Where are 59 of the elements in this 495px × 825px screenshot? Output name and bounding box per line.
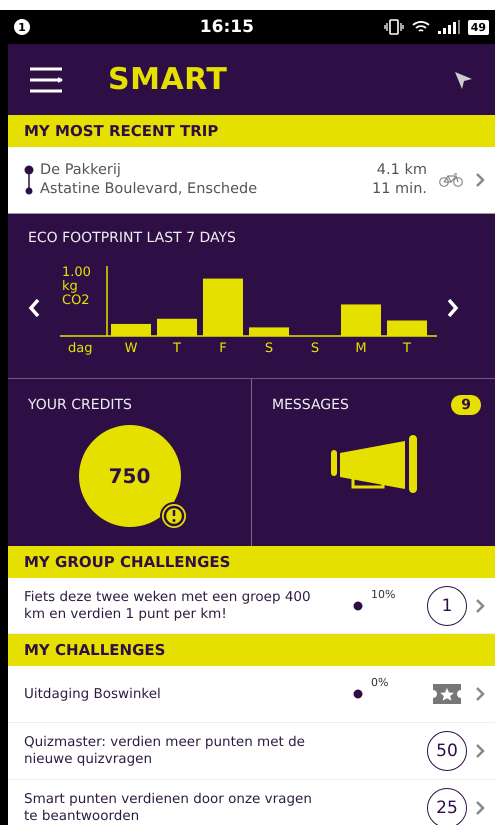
warning-icon (158, 501, 188, 531)
trip-duration: 11 min. (372, 180, 427, 199)
clock: 16:15 (198, 17, 255, 37)
bicycle-icon (439, 173, 463, 187)
section-header: MY MOST RECENT TRIP (8, 115, 495, 147)
chart-bar (387, 320, 427, 336)
trip-destination: Astatine Boulevard, Enschede (40, 180, 258, 199)
app-logo: SMART (108, 62, 228, 97)
day-label: S (264, 341, 274, 356)
points-circle: 25 (427, 788, 467, 825)
chevron-right-icon (475, 598, 485, 614)
section-header: MY CHALLENGES (8, 634, 495, 666)
x-axis-label: dag (68, 341, 92, 356)
points-circle: 50 (427, 731, 467, 771)
day-label: T (403, 341, 411, 356)
challenge-text: Quizmaster: verdien meer punten met de nieuwe quizvragen (24, 734, 306, 768)
day-label: M (355, 341, 367, 356)
trip-origin: De Pakkerij (40, 161, 122, 180)
chart-bar (157, 318, 197, 336)
vibrate-icon (384, 19, 404, 35)
battery-level: 49 (468, 20, 489, 34)
section-title: ECO FOOTPRINT LAST 7 DAYS (28, 230, 237, 246)
star-ticket-icon (433, 684, 461, 704)
challenge-text: Fiets deze twee weken met een groep 400 km en verdien 1 punt per km! (24, 588, 312, 622)
location-arrow-icon[interactable] (453, 70, 473, 90)
tile-title: YOUR CREDITS (28, 397, 132, 413)
chevron-right-icon (475, 172, 485, 188)
y-axis-label: 1.00 kg CO2 (62, 265, 91, 308)
tile-title: MESSAGES (272, 397, 349, 413)
day-label: T (173, 341, 181, 356)
chevron-right-icon (475, 686, 485, 702)
points-circle: 1 (427, 586, 467, 626)
section-header: MY GROUP CHALLENGES (8, 546, 495, 578)
challenge-text: Uitdaging Boswinkel (24, 686, 161, 702)
signal-icon (438, 20, 460, 34)
challenge-text: Smart punten verdienen door onze vragen te beantwoorden (24, 791, 313, 825)
chevron-right-icon (475, 800, 485, 816)
chevron-left-icon[interactable] (28, 298, 40, 318)
chart-bar (341, 304, 381, 336)
trip-distance: 4.1 km (376, 161, 427, 180)
day-label: W (124, 341, 138, 356)
chart-bar (111, 324, 151, 336)
day-label: F (219, 341, 227, 356)
message-count: 9 (451, 395, 481, 415)
chevron-right-icon[interactable] (447, 298, 459, 318)
menu-icon[interactable] (30, 66, 64, 94)
day-label: S (310, 341, 320, 356)
chart-bar (203, 278, 243, 336)
notification-badge: 1 (14, 19, 30, 35)
chart-bar (249, 327, 289, 336)
chevron-right-icon (475, 743, 485, 759)
progress-dot-icon (353, 600, 363, 610)
route-icon (24, 165, 34, 195)
progress-percent: 0% (371, 676, 388, 689)
progress-dot-icon (353, 689, 363, 699)
wifi-icon (412, 20, 430, 34)
megaphone-icon[interactable] (330, 435, 416, 495)
progress-percent: 10% (371, 588, 396, 600)
credits-circle[interactable]: 750 (78, 425, 180, 527)
